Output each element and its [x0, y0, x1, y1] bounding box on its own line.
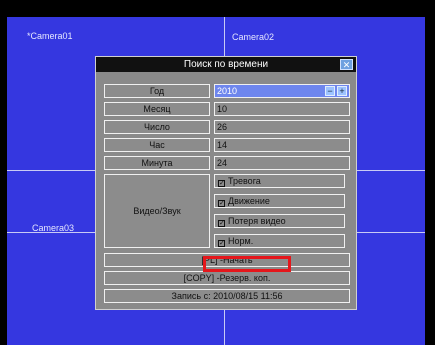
dialog-title: Поиск по времени: [183, 59, 269, 70]
checkbox-icon: ✓: [218, 180, 225, 187]
hour-field[interactable]: 14: [214, 138, 350, 152]
dialog-title-bar: Поиск по времени ✕: [96, 57, 356, 72]
alarm-label: Тревога: [228, 176, 261, 186]
increment-button[interactable]: +: [337, 86, 347, 96]
month-field[interactable]: 10: [214, 102, 350, 116]
camera-03-label: Camera03: [32, 223, 75, 233]
minus-icon: −: [327, 86, 333, 96]
day-field[interactable]: 26: [214, 120, 350, 134]
video-audio-label: Видео/Звук: [104, 174, 210, 248]
close-icon: ✕: [342, 60, 351, 70]
checkbox-icon: ✓: [218, 240, 225, 247]
backup-copy-button[interactable]: [COPY] -Резерв. коп.: [104, 271, 350, 285]
highlight-box: [203, 256, 291, 272]
motion-checkbox[interactable]: ✓ Движение: [214, 194, 345, 208]
plus-icon: +: [339, 86, 345, 96]
video-loss-checkbox[interactable]: ✓ Потеря видео: [214, 214, 345, 228]
checkbox-icon: ✓: [218, 200, 225, 207]
month-label: Месяц: [104, 102, 210, 116]
normal-checkbox[interactable]: ✓ Норм.: [214, 234, 345, 248]
video-loss-label: Потеря видео: [228, 216, 286, 226]
year-value: 2010: [217, 86, 238, 96]
alarm-checkbox[interactable]: ✓ Тревога: [214, 174, 345, 188]
record-start-info: Запись с: 2010/08/15 11:56: [104, 289, 350, 303]
minute-field[interactable]: 24: [214, 156, 350, 170]
year-field[interactable]: 2010 − +: [214, 84, 350, 98]
checkbox-icon: ✓: [218, 220, 225, 227]
camera-02-label: Camera02: [232, 32, 275, 42]
day-label: Число: [104, 120, 210, 134]
normal-label: Норм.: [228, 236, 254, 246]
camera-01-label: *Camera01: [27, 31, 73, 41]
minute-label: Минута: [104, 156, 210, 170]
motion-label: Движение: [228, 196, 270, 206]
hour-label: Час: [104, 138, 210, 152]
decrement-button[interactable]: −: [325, 86, 335, 96]
close-button[interactable]: ✕: [340, 59, 353, 70]
year-label: Год: [104, 84, 210, 98]
